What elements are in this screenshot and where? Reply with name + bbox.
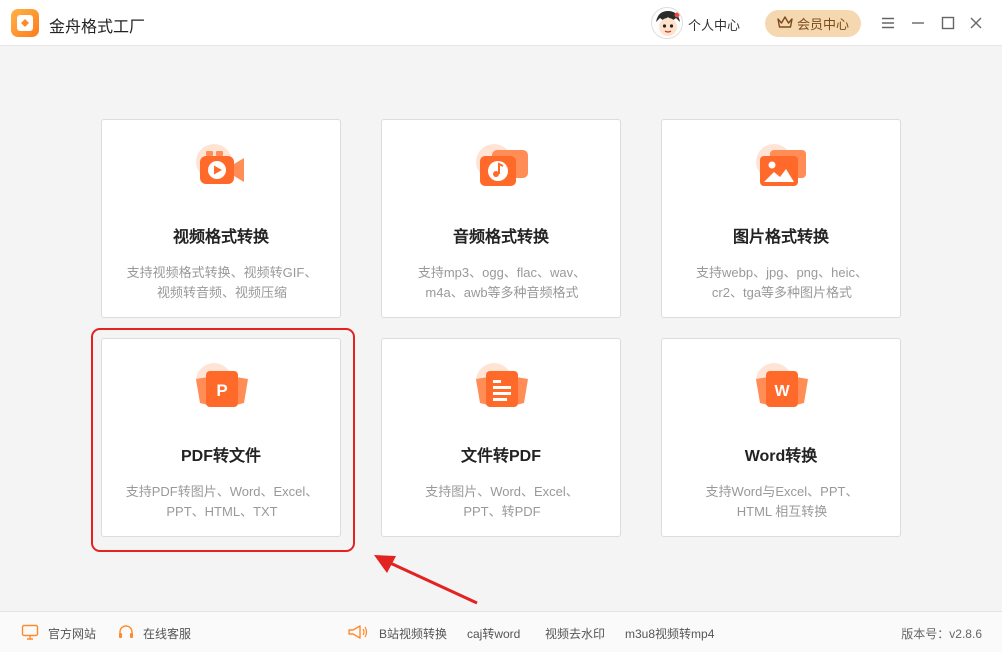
card-title: Word转换 (744, 448, 818, 465)
card-image-convert[interactable]: 图片格式转换 支持webp、jpg、png、heic、 cr2、tga等多种图片… (661, 119, 901, 318)
footer-link-m3u8[interactable]: m3u8视频转mp4 (625, 625, 714, 642)
card-word-convert[interactable]: W Word转换 支持Word与Excel、PPT、 HTML 相互转换 (661, 338, 901, 537)
arrow-annotation-icon (374, 555, 478, 605)
highlight-box (91, 328, 355, 552)
card-title: 图片格式转换 (732, 229, 829, 246)
vip-center-button[interactable]: 会员中心 (765, 10, 861, 37)
footer-link-caj[interactable]: caj转word (467, 625, 520, 642)
official-website-link[interactable]: 官方网站 (48, 625, 96, 642)
maximize-icon[interactable] (938, 13, 958, 33)
title-bar: 金舟格式工厂 个人中心 会员中心 (0, 0, 1002, 46)
monitor-icon (21, 623, 39, 641)
vip-center-label: 会员中心 (796, 17, 849, 32)
video-icon (192, 138, 252, 198)
online-service-link[interactable]: 在线客服 (143, 625, 191, 642)
footer-bar: 官方网站 在线客服 B站视频转换 caj转word 视频去水印 m3u8视频转m… (0, 611, 1002, 652)
crown-icon (777, 15, 793, 32)
avatar[interactable] (651, 7, 683, 39)
card-title: 视频格式转换 (172, 229, 269, 246)
card-description: 支持视频格式转换、视频转GIF、 视频转音频、视频压缩 (126, 265, 318, 300)
megaphone-icon (347, 623, 369, 641)
headset-icon (117, 623, 135, 641)
card-video-convert[interactable]: 视频格式转换 支持视频格式转换、视频转GIF、 视频转音频、视频压缩 (101, 119, 341, 318)
footer-link-bilibili[interactable]: B站视频转换 (379, 625, 447, 642)
card-title: 音频格式转换 (452, 229, 549, 246)
version-label: 版本号：v2.8.6 (901, 627, 982, 641)
card-description: 支持mp3、ogg、flac、wav、 m4a、awb等多种音频格式 (417, 265, 587, 300)
card-description: 支持webp、jpg、png、heic、 cr2、tga等多种图片格式 (696, 265, 868, 300)
svg-text:W: W (774, 383, 790, 400)
word-icon: W (752, 357, 812, 417)
file-to-pdf-icon (472, 357, 532, 417)
card-description: 支持图片、Word、Excel、 PPT、转PDF (425, 484, 579, 519)
minimize-icon[interactable] (908, 13, 928, 33)
image-icon (752, 138, 812, 198)
card-description: 支持Word与Excel、PPT、 HTML 相互转换 (705, 484, 859, 519)
card-file-to-pdf[interactable]: 文件转PDF 支持图片、Word、Excel、 PPT、转PDF (381, 338, 621, 537)
app-logo-icon (11, 9, 39, 37)
menu-icon[interactable] (878, 13, 898, 33)
card-audio-convert[interactable]: 音频格式转换 支持mp3、ogg、flac、wav、 m4a、awb等多种音频格… (381, 119, 621, 318)
footer-link-watermark[interactable]: 视频去水印 (545, 625, 605, 642)
personal-center-link[interactable]: 个人中心 (688, 15, 740, 34)
app-title: 金舟格式工厂 (49, 19, 146, 36)
close-icon[interactable] (966, 13, 986, 33)
audio-icon (472, 138, 532, 198)
card-title: 文件转PDF (460, 448, 541, 465)
